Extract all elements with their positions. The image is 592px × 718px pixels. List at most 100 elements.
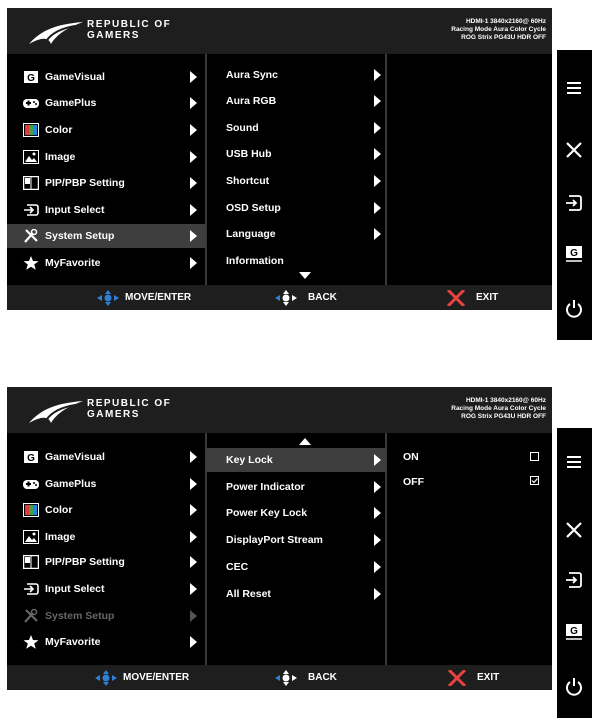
option-off[interactable]: OFF (387, 470, 552, 494)
submenu-item-sound[interactable]: Sound (207, 116, 385, 140)
menu-item-image[interactable]: Image (7, 145, 205, 169)
brand-line-2: GAMERS (87, 409, 140, 420)
menu-label: System Setup (45, 230, 115, 242)
menu-item-system-setup[interactable]: System Setup (7, 224, 205, 248)
image-icon (23, 150, 39, 164)
chevron-right-icon (374, 175, 381, 187)
submenu-item-all-reset[interactable]: All Reset (207, 582, 385, 606)
menu-item-myfavorite[interactable]: MyFavorite (7, 251, 205, 275)
chevron-right-icon (190, 451, 197, 463)
menu-label: GameVisual (45, 451, 105, 463)
osd-header: REPUBLIC OF GAMERS HDMI-1 3840x2160@ 60H… (7, 387, 552, 433)
menu-button[interactable] (557, 70, 592, 106)
menu-label: Input Select (45, 204, 105, 216)
close-button[interactable] (557, 132, 592, 168)
submenu-label: Sound (226, 122, 259, 134)
input-button[interactable] (557, 562, 592, 598)
submenu-item-usb-hub[interactable]: USB Hub (207, 142, 385, 166)
chevron-right-icon (190, 204, 197, 216)
chevron-right-icon (374, 148, 381, 160)
joystick-move-icon (95, 670, 117, 686)
brand-line-1: REPUBLIC OF (87, 398, 172, 409)
submenu-item-power-indicator[interactable]: Power Indicator (207, 475, 385, 499)
chevron-right-icon (374, 228, 381, 240)
tools-icon (24, 229, 38, 243)
footer-label: BACK (308, 292, 337, 303)
side-buttons-2: G (557, 428, 592, 718)
submenu-item-power-key-lock[interactable]: Power Key Lock (207, 501, 385, 525)
submenu-item-displayport-stream[interactable]: DisplayPort Stream (207, 528, 385, 552)
gamepad-icon (23, 480, 39, 489)
submenu-label: Aura Sync (226, 69, 278, 81)
exit-x-icon (446, 290, 466, 306)
menu-item-color[interactable]: Color (7, 498, 205, 522)
osd-footer: MOVE/ENTER BACK EXIT (7, 665, 552, 690)
submenu-item-cec[interactable]: CEC (207, 555, 385, 579)
gamevisual-icon: G (566, 246, 582, 262)
menu-item-input-select[interactable]: Input Select (7, 198, 205, 222)
menu-label: GameVisual (45, 71, 105, 83)
pip-icon (23, 555, 39, 569)
menu-item-pip-pbp[interactable]: PIP/PBP Setting (7, 550, 205, 574)
submenu-item-information[interactable]: Information (207, 249, 385, 273)
input-icon (566, 572, 582, 588)
footer-label: EXIT (477, 672, 500, 683)
osd-screen-1: REPUBLIC OF GAMERS HDMI-1 3840x2160@ 60H… (7, 8, 552, 310)
submenu: Aura Sync Aura RGB Sound USB Hub Shortcu… (207, 54, 385, 285)
submenu-label: CEC (226, 561, 249, 573)
menu-label: MyFavorite (45, 257, 101, 269)
option-on[interactable]: ON (387, 445, 552, 469)
chevron-right-icon (374, 588, 381, 600)
power-icon (566, 678, 582, 696)
chevron-right-icon (374, 122, 381, 134)
input-icon (24, 583, 39, 595)
menu-button[interactable] (557, 444, 592, 480)
chevron-right-icon (190, 478, 197, 490)
menu-item-pip-pbp[interactable]: PIP/PBP Setting (7, 171, 205, 195)
menu-item-color[interactable]: Color (7, 118, 205, 142)
power-button[interactable] (557, 290, 592, 326)
submenu-item-aura-sync[interactable]: Aura Sync (207, 63, 385, 87)
input-button[interactable] (557, 185, 592, 221)
scroll-down-icon[interactable] (299, 272, 311, 279)
joystick-move-icon (97, 290, 119, 306)
menu-item-gameplus[interactable]: GamePlus (7, 91, 205, 115)
chevron-right-icon (374, 481, 381, 493)
chevron-right-icon (190, 636, 197, 648)
power-button[interactable] (557, 668, 592, 704)
menu-item-input-select[interactable]: Input Select (7, 577, 205, 601)
checkbox-checked-icon[interactable] (530, 476, 540, 486)
menu-label: Color (45, 504, 73, 516)
submenu-item-key-lock[interactable]: Key Lock (207, 448, 385, 472)
menu-item-gamevisual[interactable]: G GameVisual (7, 65, 205, 89)
menu-label: Image (45, 531, 76, 543)
gamevisual-button[interactable]: G (557, 613, 592, 649)
submenu-label: Shortcut (226, 175, 270, 187)
option-label: OFF (403, 476, 424, 488)
checkbox-unchecked-icon[interactable] (530, 452, 539, 461)
submenu-item-shortcut[interactable]: Shortcut (207, 169, 385, 193)
footer-label: EXIT (476, 292, 499, 303)
submenu-item-osd-setup[interactable]: OSD Setup (207, 196, 385, 220)
close-button[interactable] (557, 512, 592, 548)
star-icon (23, 635, 39, 649)
scroll-up-icon[interactable] (299, 438, 311, 445)
submenu-label: All Reset (226, 588, 271, 600)
menu-item-image[interactable]: Image (7, 525, 205, 549)
submenu-item-aura-rgb[interactable]: Aura RGB (207, 89, 385, 113)
gamevisual-button[interactable]: G (557, 235, 592, 271)
menu-item-myfavorite[interactable]: MyFavorite (7, 630, 205, 654)
main-menu: G GameVisual GamePlus Color Image PIP/PB… (7, 54, 205, 285)
close-icon (566, 522, 582, 538)
submenu-item-language[interactable]: Language (207, 222, 385, 246)
chevron-right-icon (374, 69, 381, 81)
chevron-right-icon (374, 454, 381, 466)
menu-item-system-setup[interactable]: System Setup (7, 604, 205, 628)
menu-item-gamevisual[interactable]: G GameVisual (7, 445, 205, 469)
osd-footer: MOVE/ENTER BACK EXIT (7, 285, 552, 310)
chevron-right-icon (190, 124, 197, 136)
image-icon (23, 530, 39, 544)
status-line-3: ROG Strix PG43U HDR OFF (461, 34, 546, 41)
color-icon (23, 503, 39, 517)
menu-item-gameplus[interactable]: GamePlus (7, 472, 205, 496)
